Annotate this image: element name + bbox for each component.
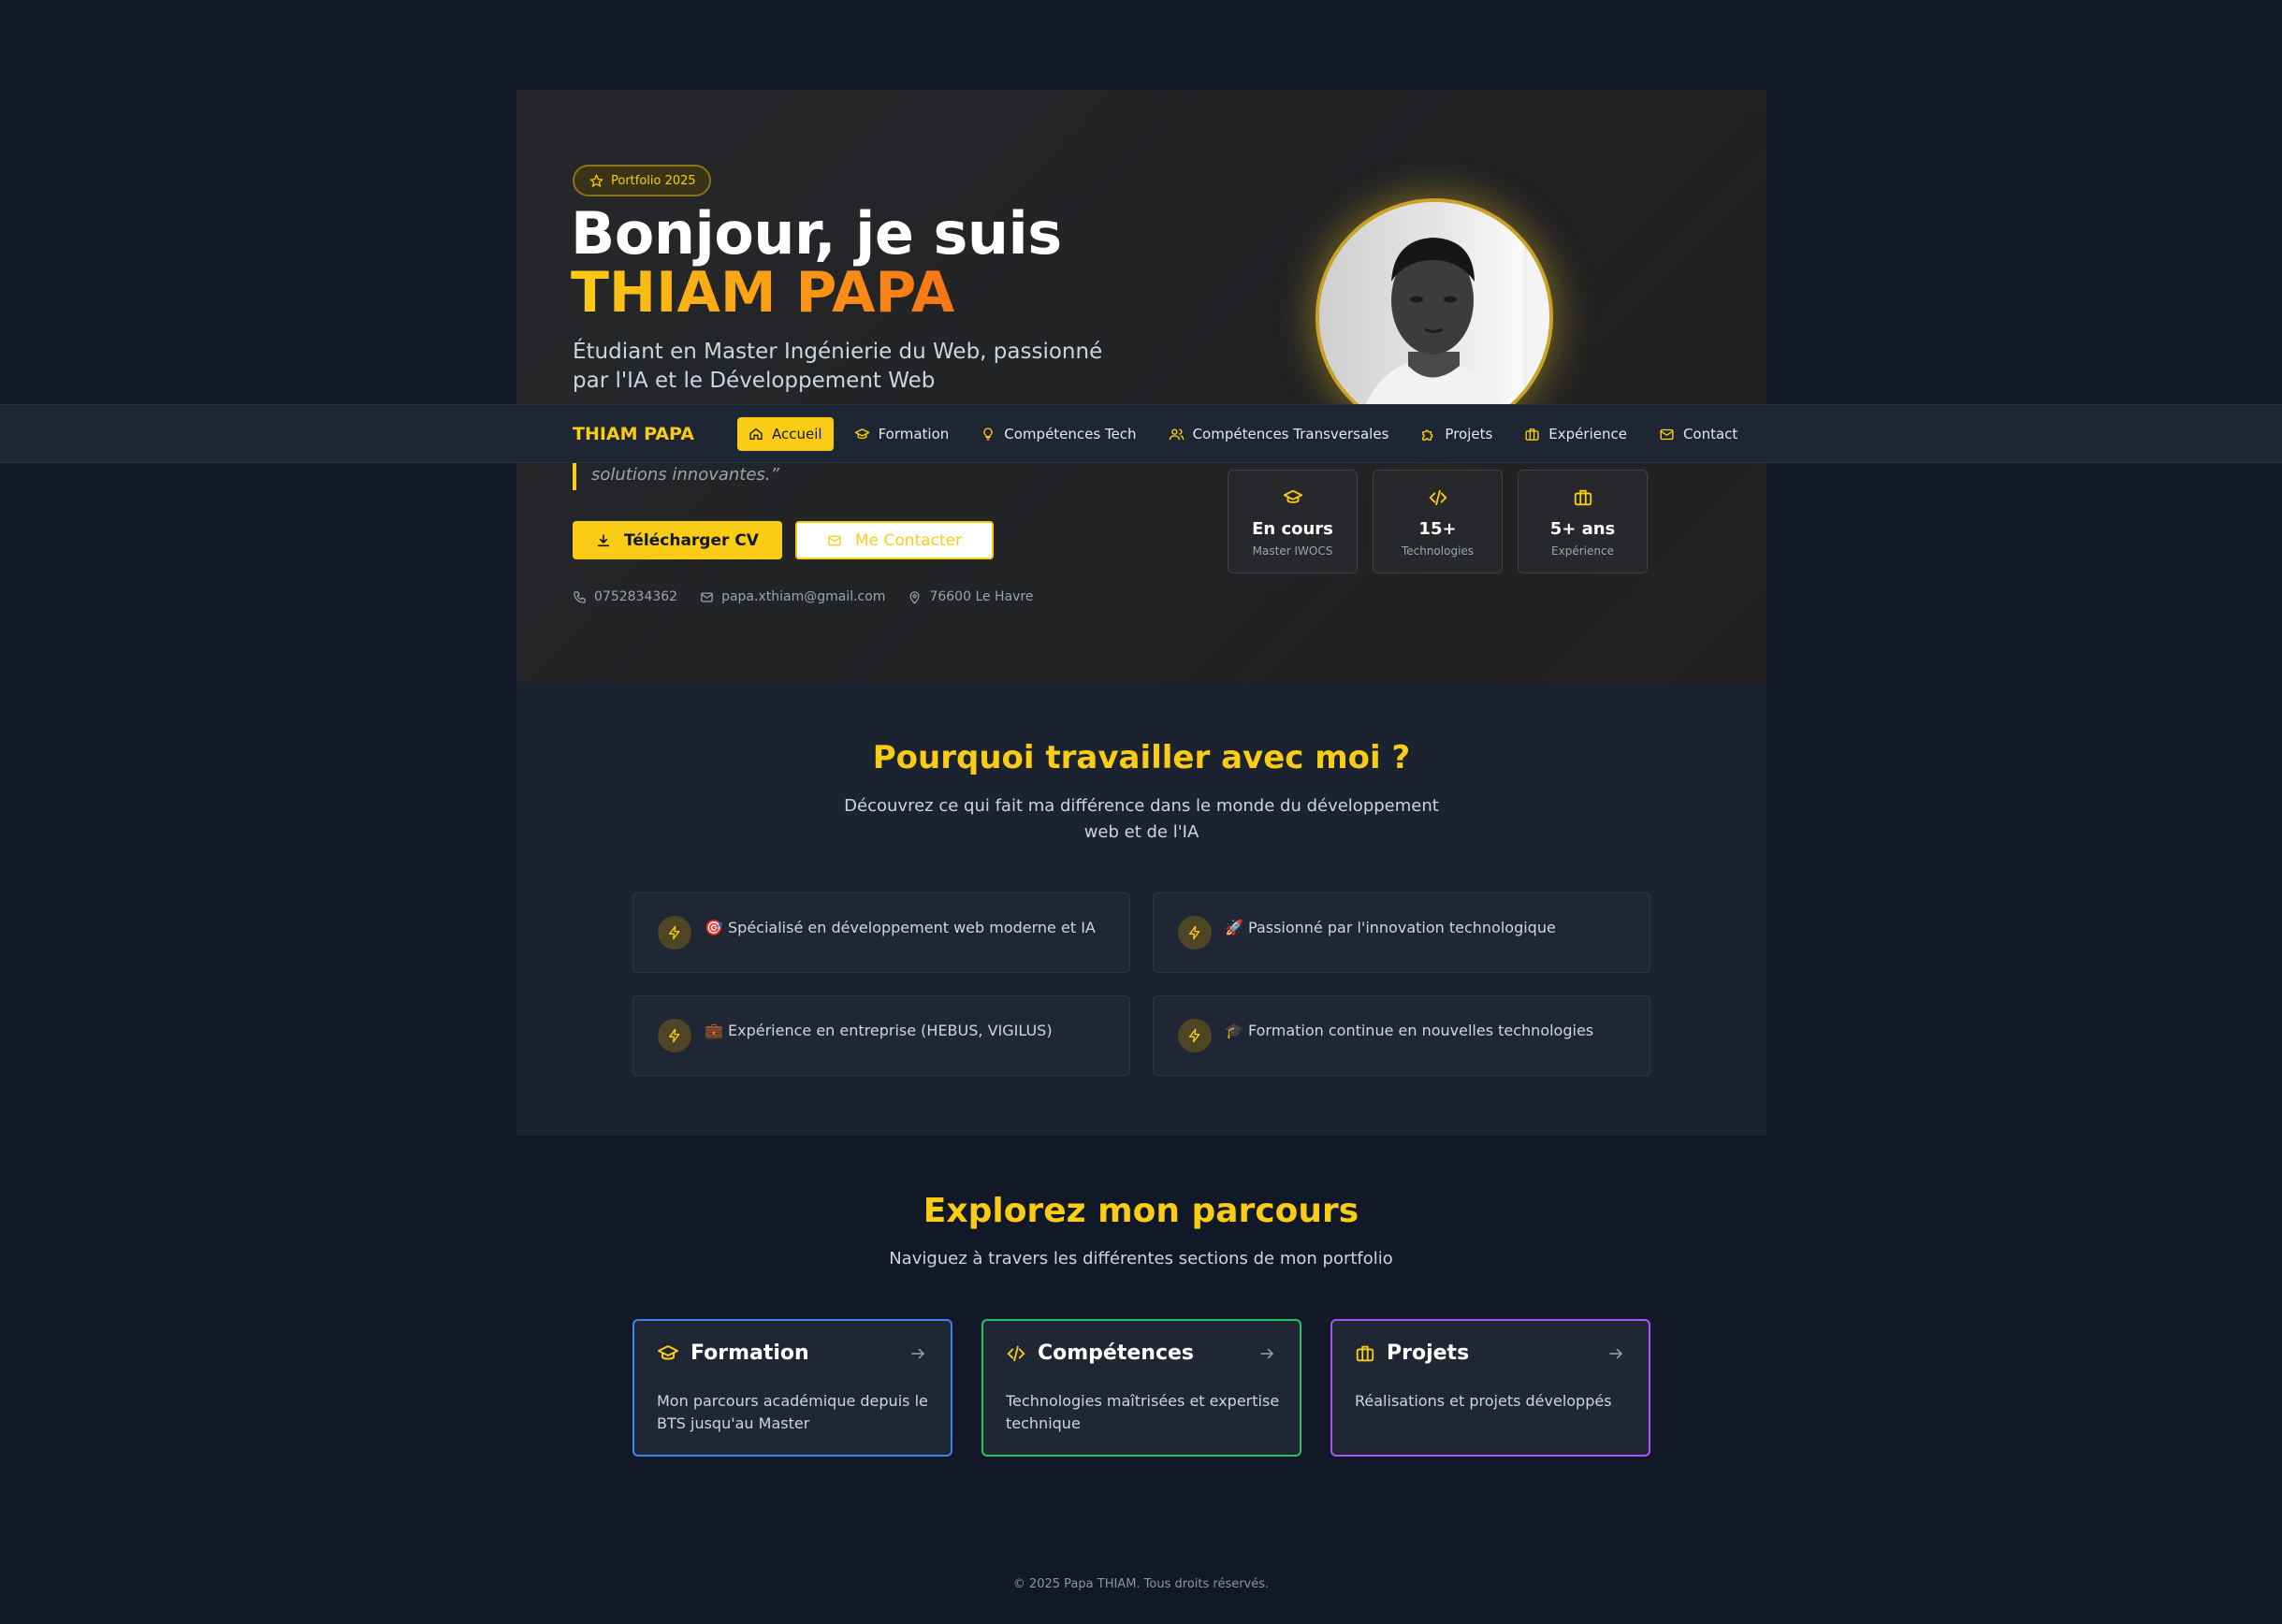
briefcase-icon <box>1573 487 1593 508</box>
stats-row: En cours Master IWOCS 15+ Technologies 5… <box>1228 470 1648 573</box>
hero-subtitle: Étudiant en Master Ingénierie du Web, pa… <box>573 340 1103 393</box>
explore-subtitle: Naviguez à travers les différentes secti… <box>889 1249 1393 1269</box>
code-icon <box>1428 487 1448 508</box>
why-title: Pourquoi travailler avec moi ? <box>872 739 1411 776</box>
why-card: 🎓 Formation continue en nouvelles techno… <box>1153 995 1650 1076</box>
profile-photo <box>1315 198 1553 436</box>
nav-item-label: Formation <box>878 426 950 442</box>
top-navbar: THIAM PAPA Accueil Formation Compétences… <box>0 404 2282 463</box>
explore-card-body: Mon parcours académique depuis le BTS ju… <box>657 1392 928 1432</box>
arrow-right-icon <box>909 1345 926 1362</box>
explore-card-title: Compétences <box>1038 1341 1195 1365</box>
briefcase-icon <box>1524 427 1540 442</box>
why-description: Découvrez ce qui fait ma différence dans… <box>844 796 1439 842</box>
stat-card-experience: 5+ ans Expérience <box>1518 470 1648 573</box>
phone-info[interactable]: 0752834362 <box>573 589 677 604</box>
explore-card-projets[interactable]: Projets Réalisations et projets développ… <box>1330 1319 1650 1457</box>
nav-item-experience[interactable]: Expérience <box>1513 417 1638 451</box>
lightbulb-icon <box>981 427 996 442</box>
nav-brand[interactable]: THIAM PAPA <box>573 424 694 444</box>
portfolio-badge: Portfolio 2025 <box>573 165 711 196</box>
zap-icon <box>658 1019 691 1052</box>
briefcase-icon <box>1355 1343 1375 1364</box>
map-pin-icon <box>908 590 922 604</box>
nav-item-label: Projets <box>1445 426 1493 442</box>
star-icon <box>589 174 603 188</box>
nav-item-competences-tech[interactable]: Compétences Tech <box>969 417 1147 451</box>
arrow-right-icon <box>1607 1345 1624 1362</box>
hero-section: Portfolio 2025 Bonjour, je suis THIAM PA… <box>516 90 1766 683</box>
nav-item-competences-transversales[interactable]: Compétences Transversales <box>1157 417 1401 451</box>
explore-card-title: Formation <box>690 1341 809 1365</box>
nav-item-contact[interactable]: Contact <box>1648 417 1749 451</box>
nav-item-label: Expérience <box>1548 426 1627 442</box>
download-cv-label: Télécharger CV <box>624 530 759 550</box>
zap-icon <box>1178 1019 1212 1052</box>
nav-item-formation[interactable]: Formation <box>843 417 961 451</box>
why-card-text: 🚀 Passionné par l'innovation technologiq… <box>1225 919 1556 936</box>
graduation-cap-icon <box>854 427 870 442</box>
phone-icon <box>573 590 587 604</box>
location-info: 76600 Le Havre <box>908 589 1034 604</box>
nav-item-accueil[interactable]: Accueil <box>737 417 834 451</box>
explore-card-body: Réalisations et projets développés <box>1355 1392 1612 1410</box>
explore-title: Explorez mon parcours <box>923 1192 1359 1230</box>
nav-items: Accueil Formation Compétences Tech Compé… <box>737 417 1749 451</box>
mail-icon <box>827 533 842 548</box>
mail-icon <box>700 590 714 604</box>
why-card-text: 🎓 Formation continue en nouvelles techno… <box>1225 1022 1594 1039</box>
code-icon <box>1006 1343 1026 1364</box>
footer-copyright: © 2025 Papa THIAM. Tous droits réservés. <box>1012 1577 1270 1591</box>
contact-me-label: Me Contacter <box>854 530 963 550</box>
stat-label: Expérience <box>1551 544 1614 558</box>
hero-quote: solutions innovantes.” <box>573 462 779 490</box>
puzzle-icon <box>1420 427 1436 442</box>
zap-icon <box>658 916 691 950</box>
location-text: 76600 Le Havre <box>929 589 1034 604</box>
nav-item-label: Contact <box>1682 426 1738 442</box>
why-card: 💼 Expérience en entreprise (HEBUS, VIGIL… <box>632 995 1130 1076</box>
explore-card-competences[interactable]: Compétences Technologies maîtrisées et e… <box>981 1319 1301 1457</box>
mail-icon <box>1659 427 1675 442</box>
stat-value: 5+ ans <box>1549 519 1616 539</box>
email-text: papa.xthiam@gmail.com <box>721 589 886 604</box>
download-icon <box>596 533 611 548</box>
why-card: 🚀 Passionné par l'innovation technologiq… <box>1153 892 1650 973</box>
stat-value: 15+ <box>1418 519 1457 539</box>
hero-greeting: Bonjour, je suis <box>571 199 1062 268</box>
phone-text: 0752834362 <box>594 589 678 604</box>
download-cv-button[interactable]: Télécharger CV <box>573 521 782 559</box>
zap-icon <box>1178 916 1212 950</box>
why-card-text: 🎯 Spécialisé en développement web modern… <box>705 919 1096 936</box>
hero-name: THIAM PAPA <box>571 260 955 326</box>
explore-card-body: Technologies maîtrisées et expertise tec… <box>1006 1392 1280 1432</box>
home-icon <box>749 427 763 442</box>
contact-me-button[interactable]: Me Contacter <box>795 521 994 559</box>
stat-card-technologies: 15+ Technologies <box>1373 470 1503 573</box>
explore-card-formation[interactable]: Formation Mon parcours académique depuis… <box>632 1319 952 1457</box>
badge-label: Portfolio 2025 <box>611 173 696 188</box>
why-card: 🎯 Spécialisé en développement web modern… <box>632 892 1130 973</box>
nav-item-label: Compétences Transversales <box>1192 426 1389 442</box>
email-info[interactable]: papa.xthiam@gmail.com <box>700 589 885 604</box>
nav-item-label: Accueil <box>772 426 822 442</box>
why-section: Pourquoi travailler avec moi ? Découvrez… <box>516 683 1766 1136</box>
stat-label: Master IWOCS <box>1252 544 1333 558</box>
stat-value: En cours <box>1252 519 1333 539</box>
graduation-cap-icon <box>657 1342 679 1365</box>
stat-label: Technologies <box>1401 544 1475 558</box>
users-icon <box>1169 427 1185 442</box>
graduation-cap-icon <box>1283 487 1303 508</box>
nav-item-label: Compétences Tech <box>1004 426 1137 442</box>
explore-card-title: Projets <box>1387 1341 1470 1365</box>
why-card-text: 💼 Expérience en entreprise (HEBUS, VIGIL… <box>705 1022 1053 1039</box>
stat-card-master: En cours Master IWOCS <box>1228 470 1358 573</box>
nav-item-projets[interactable]: Projets <box>1409 417 1504 451</box>
contact-info: 0752834362 papa.xthiam@gmail.com 76600 L… <box>573 589 1034 604</box>
arrow-right-icon <box>1258 1345 1275 1362</box>
